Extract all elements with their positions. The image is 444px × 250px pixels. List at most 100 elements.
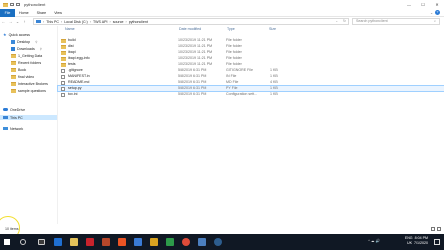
breadcrumb-separator: › bbox=[43, 19, 45, 24]
file-row-ibapi-egg-info[interactable]: ibapi.egg-info 10/23/2019 11:21 PM File … bbox=[58, 56, 444, 61]
close-button[interactable]: ✕ bbox=[430, 0, 444, 9]
pin-icon: ⚲ bbox=[35, 39, 38, 44]
nav-label: Recent folders bbox=[18, 60, 42, 65]
pdf-reader-icon[interactable] bbox=[86, 238, 94, 246]
file-name: ibapi bbox=[68, 50, 76, 54]
column-size[interactable]: Size bbox=[269, 27, 276, 31]
minimize-button[interactable]: — bbox=[402, 0, 416, 9]
file-row-dist[interactable]: dist 10/23/2019 11:21 PM File folder bbox=[58, 44, 444, 49]
file-date: 10/23/2019 11:21 PM bbox=[178, 56, 213, 60]
file-type: Configuration sett... bbox=[226, 92, 258, 96]
recent-locations-button[interactable]: ⌄ bbox=[14, 19, 21, 24]
file-row-manifest[interactable]: MANIFEST.in 5/8/2019 6:31 PM IN File 1 K… bbox=[58, 74, 444, 79]
nav-quick-access[interactable]: ★ Quick access bbox=[3, 32, 30, 37]
nav-label: Desktop bbox=[17, 39, 31, 44]
title-bar: pythonclient — ☐ ✕ bbox=[0, 0, 444, 9]
nav-onedrive[interactable]: OneDrive bbox=[3, 107, 25, 112]
file-explorer-icon[interactable] bbox=[70, 238, 78, 246]
back-button[interactable]: ← bbox=[0, 19, 7, 24]
file-name: tox.ini bbox=[68, 92, 78, 96]
breadcrumb-tws-api[interactable]: TWS API bbox=[93, 20, 108, 24]
file-row-tests[interactable]: tests 10/23/2019 11:21 PM File folder bbox=[58, 62, 444, 67]
breadcrumb-pythonclient[interactable]: pythonclient bbox=[129, 20, 148, 24]
help-icon[interactable]: ? bbox=[435, 10, 440, 15]
python-icon[interactable] bbox=[150, 238, 158, 246]
breadcrumb-separator: › bbox=[89, 19, 91, 24]
system-tray-icons[interactable]: ^ ☁ 🔊 bbox=[368, 239, 380, 243]
search-icon[interactable] bbox=[20, 239, 26, 245]
excel-icon[interactable] bbox=[166, 238, 174, 246]
navigation-pane: ★ Quick access Desktop ⚲ Downloads ⚲ 1_G… bbox=[0, 26, 58, 224]
file-name: ibapi.egg-info bbox=[68, 56, 90, 60]
folder-icon bbox=[11, 53, 16, 58]
refresh-icon[interactable]: ↻ bbox=[343, 19, 346, 23]
file-row-build[interactable]: build 10/23/2019 11:21 PM File folder bbox=[58, 38, 444, 43]
nav-item-recent-folders[interactable]: Recent folders bbox=[11, 60, 41, 65]
windows-start-icon[interactable] bbox=[4, 239, 10, 245]
new-folder-icon[interactable] bbox=[16, 3, 20, 6]
media-app-icon[interactable] bbox=[118, 238, 126, 246]
tab-file[interactable]: File bbox=[0, 8, 15, 17]
column-date-modified[interactable]: Date modified bbox=[179, 27, 201, 31]
nav-item-downloads[interactable]: Downloads ⚲ bbox=[11, 46, 42, 51]
tab-share[interactable]: Share bbox=[33, 9, 51, 17]
file-date: 5/8/2019 6:31 PM bbox=[178, 92, 207, 96]
quick-access-toolbar bbox=[0, 2, 20, 7]
file-row-ibapi[interactable]: ibapi 10/23/2019 11:21 PM File folder bbox=[58, 50, 444, 55]
file-row-readme[interactable]: README.md 5/8/2019 6:31 PM MD File 4 KB bbox=[58, 80, 444, 85]
status-bar: 10 items bbox=[0, 224, 444, 234]
file-name: MANIFEST.in bbox=[68, 74, 90, 78]
breadcrumb-local-disk[interactable]: Local Disk (C:) bbox=[64, 20, 88, 24]
column-name[interactable]: Name bbox=[65, 27, 75, 31]
folder-icon bbox=[3, 2, 8, 7]
system-clock[interactable]: ENG 8:04 PM UK 7/1/2020 bbox=[405, 236, 428, 246]
column-type[interactable]: Type bbox=[227, 27, 235, 31]
file-row-setup-py[interactable]: setup.py 5/8/2019 6:31 PM PY File 1 KB bbox=[57, 85, 444, 92]
breadcrumb-source[interactable]: source bbox=[113, 20, 124, 24]
forward-button[interactable]: → bbox=[7, 19, 14, 24]
powerpoint-icon[interactable] bbox=[102, 238, 110, 246]
file-size: 1 KB bbox=[270, 74, 278, 78]
search-icon: ⌕ bbox=[433, 19, 436, 23]
nav-item-final-video[interactable]: final video bbox=[11, 74, 34, 79]
nav-this-pc[interactable]: This PC bbox=[0, 115, 57, 120]
file-row-tox-ini[interactable]: tox.ini 5/8/2019 6:31 PM Configuration s… bbox=[58, 92, 444, 97]
recorder-icon[interactable] bbox=[214, 238, 222, 246]
chrome-icon[interactable] bbox=[182, 238, 190, 246]
search-input[interactable]: Search pythonclient ⌕ bbox=[352, 18, 440, 25]
tab-view[interactable]: View bbox=[50, 9, 66, 17]
nav-item-sample-questions[interactable]: sample questions bbox=[11, 88, 46, 93]
nav-item-getting-data[interactable]: 1_Getting Data bbox=[11, 53, 42, 58]
notification-icon[interactable] bbox=[434, 239, 440, 245]
nav-network[interactable]: Network bbox=[3, 126, 23, 131]
maximize-button[interactable]: ☐ bbox=[416, 0, 430, 9]
file-date: 5/8/2019 6:31 PM bbox=[178, 86, 207, 90]
tab-home[interactable]: Home bbox=[15, 9, 33, 17]
file-row-gitignore[interactable]: .gitignore 5/8/2019 6:31 PM GITIGNORE Fi… bbox=[58, 68, 444, 73]
address-bar[interactable]: › This PC › Local Disk (C:) › TWS API › … bbox=[33, 18, 349, 25]
computer-icon bbox=[3, 115, 8, 120]
file-name: tests bbox=[68, 62, 76, 66]
task-view-icon[interactable] bbox=[38, 239, 45, 245]
nav-item-desktop[interactable]: Desktop ⚲ bbox=[11, 39, 37, 44]
folder-icon bbox=[11, 81, 16, 86]
breadcrumb-this-pc[interactable]: This PC bbox=[46, 20, 59, 24]
browser-icon[interactable] bbox=[54, 238, 62, 246]
settings-icon[interactable] bbox=[198, 238, 206, 246]
breadcrumb-separator: › bbox=[125, 19, 127, 24]
nav-item-interactive-brokers[interactable]: Interactive Brokers bbox=[11, 81, 48, 86]
file-date: 10/23/2019 11:21 PM bbox=[178, 62, 213, 66]
nav-label: Quick access bbox=[8, 32, 30, 37]
properties-icon[interactable] bbox=[10, 3, 14, 6]
expand-ribbon-icon[interactable]: ⌄ bbox=[430, 9, 433, 17]
file-icon bbox=[61, 74, 65, 79]
file-name: dist bbox=[68, 44, 74, 48]
up-button[interactable]: ↑ bbox=[21, 19, 28, 24]
large-icons-view-icon[interactable] bbox=[437, 227, 441, 231]
nav-item-book[interactable]: Book bbox=[11, 67, 26, 72]
address-dropdown-icon[interactable]: ⌄ bbox=[335, 19, 338, 23]
details-view-icon[interactable] bbox=[431, 227, 435, 231]
file-name: README.md bbox=[68, 80, 90, 84]
app-icon[interactable] bbox=[134, 238, 142, 246]
network-icon bbox=[3, 127, 8, 130]
